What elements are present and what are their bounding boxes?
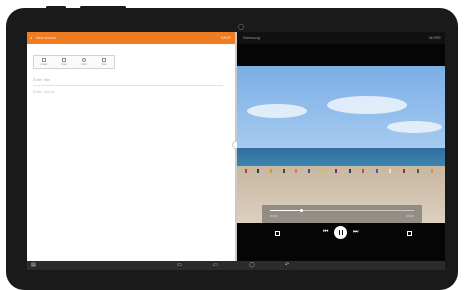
fit-screen-icon[interactable] <box>275 231 280 236</box>
back-arrow-icon[interactable]: ◂ <box>30 35 32 41</box>
save-button[interactable]: SAVE <box>221 35 231 41</box>
cloud <box>387 121 442 133</box>
memo-app-header: ◂ New memo SAVE <box>27 32 235 44</box>
playback-overlay: 00:00 00:00 <box>262 205 422 223</box>
checkbox-icon <box>102 58 106 62</box>
progress-fill <box>270 210 302 211</box>
cloud <box>327 96 407 114</box>
volume-button <box>46 6 66 9</box>
recent-apps-icon[interactable]: ▭ <box>177 263 182 268</box>
insert-image-button[interactable]: Image <box>34 56 54 68</box>
video-app-title: Samsung <box>243 35 260 40</box>
draw-icon <box>62 58 66 62</box>
task-button[interactable]: Task <box>94 56 114 68</box>
total-time: 00:00 <box>406 214 414 218</box>
cloud <box>247 104 307 118</box>
video-frame[interactable] <box>237 66 445 223</box>
home-icon[interactable]: ◯ <box>249 263 255 268</box>
pause-button[interactable] <box>334 226 347 239</box>
tablet-screen: ◂ New memo SAVE Image Draw Voice Task En… <box>27 32 445 270</box>
microphone-icon <box>82 58 86 62</box>
draw-button[interactable]: Draw <box>54 56 74 68</box>
pause-icon <box>338 230 343 235</box>
progress-bar[interactable] <box>270 209 414 212</box>
progress-thumb[interactable] <box>300 209 304 212</box>
front-camera <box>238 24 244 30</box>
beachgoers <box>237 161 445 173</box>
tool-label: Voice <box>80 63 88 66</box>
tool-label: Image <box>40 63 48 66</box>
video-app-pane: Samsung MORE 00:00 00:00 ⏮ ⏭ <box>237 32 445 261</box>
memo-content-field[interactable]: Enter memo <box>33 89 55 94</box>
memo-title-field[interactable]: Enter title <box>33 77 50 82</box>
voice-button[interactable]: Voice <box>74 56 94 68</box>
tool-label: Draw <box>61 63 67 66</box>
back-icon[interactable]: ↶ <box>285 263 289 268</box>
popup-play-icon[interactable] <box>407 231 412 236</box>
memo-toolbar: Image Draw Voice Task <box>33 55 115 69</box>
more-button[interactable]: MORE <box>429 35 441 41</box>
multi-window-icon[interactable]: ▤ <box>31 263 36 268</box>
previous-icon[interactable]: ⏮ <box>323 229 328 236</box>
memo-app-pane: ◂ New memo SAVE Image Draw Voice Task En… <box>27 32 235 261</box>
image-icon <box>42 58 46 62</box>
memo-app-title: New memo <box>36 35 57 40</box>
video-app-header: Samsung MORE <box>237 32 445 44</box>
power-button <box>80 6 126 9</box>
next-icon[interactable]: ⏭ <box>353 229 358 236</box>
elapsed-time: 00:00 <box>270 214 278 218</box>
title-divider <box>33 85 223 86</box>
tool-label: Task <box>101 63 107 66</box>
player-controls: ⏮ ⏭ <box>237 223 445 261</box>
system-nav-bar: ▤ ▭ ▭ ◯ ↶ <box>27 261 445 270</box>
screen-icon[interactable]: ▭ <box>213 263 218 268</box>
